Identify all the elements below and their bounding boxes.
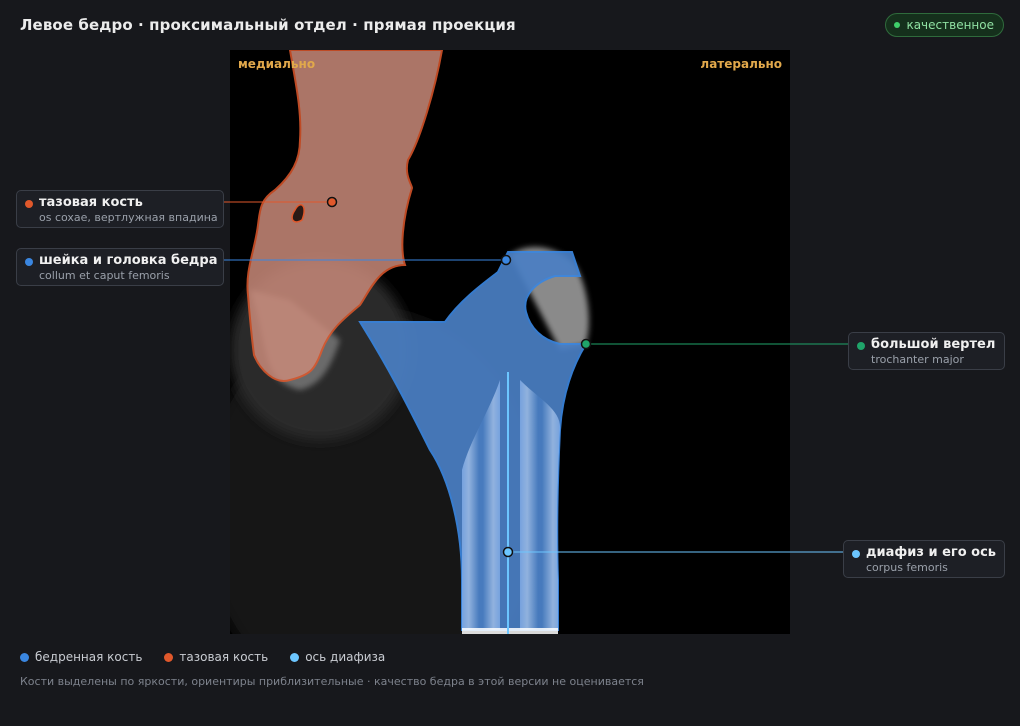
femoral-neck-color-dot [25,258,33,266]
legend-item-pelvis: тазовая кость [164,650,268,664]
callout-pelvis-title: тазовая кость [39,195,143,210]
legend-femur-label: бедренная кость [35,650,143,664]
callout-greater-trochanter[interactable]: большой вертел trochanter major [848,332,1005,370]
callout-shaft-title: диафиз и его ось [866,545,997,560]
callout-trochanter-title: большой вертел [871,337,996,352]
legend-shaft-axis-label: ось диафиза [305,650,386,664]
callout-shaft-subtitle: corpus femoris [866,561,948,574]
footnote: Кости выделены по яркости, ориентиры при… [20,675,644,688]
legend-shaft-axis-dot [290,652,300,662]
landmark-pelvis-dot [326,196,338,208]
legend-femur-dot [20,652,29,662]
shaft-color-dot [852,550,860,558]
callout-femoral-neck[interactable]: шейка и головка бедра collum et caput fe… [16,248,224,286]
landmark-trochanter-dot [580,338,592,350]
legend-pelvis-dot [164,652,174,662]
legend-item-femur: бедренная кость [20,650,142,664]
callout-pelvis[interactable]: тазовая кость os coxae, вертлужная впади… [16,190,224,228]
landmark-femoral-neck-dot [500,254,512,266]
legend: бедренная кость тазовая кость ось диафиз… [20,650,385,664]
legend-pelvis-label: тазовая кость [179,650,269,664]
callout-shaft[interactable]: диафиз и его ось corpus femoris [843,540,1005,578]
pelvis-color-dot [25,200,33,208]
legend-item-shaft-axis: ось диафиза [290,650,385,664]
landmark-shaft-dot [502,546,514,558]
callout-femoral-neck-title: шейка и головка бедра [39,253,218,268]
trochanter-color-dot [857,342,865,350]
callout-femoral-neck-subtitle: collum et caput femoris [39,269,170,282]
callout-pelvis-subtitle: os coxae, вертлужная впадина [39,211,218,224]
callout-trochanter-subtitle: trochanter major [871,353,964,366]
